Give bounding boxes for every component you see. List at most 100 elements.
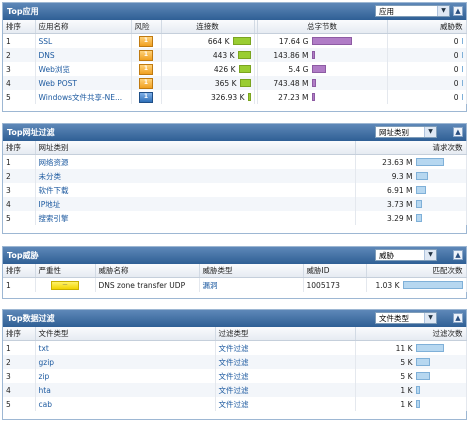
table-row[interactable]: 5 Windows文件共享-NE... 1 326.93 K 27.23 M 0	[3, 90, 467, 104]
url-category-link[interactable]: 未分类	[35, 169, 356, 183]
connections-bar-wrap: 365 K	[165, 79, 251, 88]
filter-type-link[interactable]: 文件过滤	[215, 369, 356, 383]
table-row[interactable]: 2 未分类 9.3 M	[3, 169, 467, 183]
file-type-link[interactable]: zip	[35, 369, 216, 383]
col-threat-name[interactable]: 威胁名称	[95, 264, 200, 278]
risk-cell: 1	[131, 48, 162, 62]
col-app-name[interactable]: 应用名称	[35, 20, 132, 34]
connections-value: 443 K	[212, 50, 235, 60]
filter-type-link[interactable]: 文件过滤	[215, 340, 356, 355]
col-file-type[interactable]: 文件类型	[35, 327, 216, 341]
col-filter-type[interactable]: 过滤类型	[215, 327, 356, 341]
threats-value: 0	[453, 78, 459, 88]
table-row[interactable]: 1 SSL 1 664 K 17.64 G0	[3, 33, 467, 48]
filter-bar-wrap: 11 K	[359, 344, 463, 353]
table-row[interactable]: 3 zip 文件过滤 5 K	[3, 369, 467, 383]
top-url-table: 排序 网址类别 请求次数 1 网络资源 23.63 M 2 未分类 9.3 M 3 软件下载 6…	[3, 141, 467, 225]
col-rank[interactable]: 排序	[3, 20, 36, 34]
threats-wrap: 0	[391, 93, 463, 102]
threats-bar	[461, 38, 463, 44]
table-row[interactable]: 1 txt 文件过滤 11 K	[3, 340, 467, 355]
filter-count-value: 1 K	[400, 385, 413, 395]
rank-cell: 1	[3, 33, 36, 48]
top-url-panel: Top网址过滤 网址类别 ▼ ▲ 排序 网址类别 请求次数 1 网络资源 23.63…	[2, 123, 467, 234]
col-total-bytes[interactable]: 总字节数	[257, 20, 388, 34]
filter-count-value: 5 K	[400, 357, 413, 367]
threats-value: 0	[453, 50, 459, 60]
col-risk[interactable]: 风险	[131, 20, 162, 34]
threats-cell: 0	[387, 48, 467, 62]
file-type-link[interactable]: gzip	[35, 355, 216, 369]
url-category-select[interactable]: 网址类别 ▼	[375, 126, 437, 138]
bytes-bar	[311, 93, 315, 101]
filter-count-value: 5 K	[400, 371, 413, 381]
request-count-cell: 23.63 M	[355, 154, 467, 169]
collapse-button[interactable]: ▲	[453, 6, 463, 16]
bytes-bar-wrap: 27.23 M	[261, 93, 384, 102]
table-row[interactable]: 4 IP地址 3.73 M	[3, 197, 467, 211]
col-rank[interactable]: 排序	[3, 264, 36, 278]
filter-type-link[interactable]: 文件过滤	[215, 383, 356, 397]
col-connections[interactable]: 连接数	[161, 20, 255, 34]
app-name-link[interactable]: Web浏览	[35, 62, 132, 76]
url-category-link[interactable]: 网络资源	[35, 154, 356, 169]
bytes-bar-wrap: 17.64 G	[261, 37, 384, 46]
col-match-count[interactable]: 匹配次数	[366, 264, 467, 278]
filter-count-cell: 11 K	[355, 340, 467, 355]
url-category-select-value: 网址类别	[379, 128, 409, 137]
table-row[interactable]: 4 Web POST 1 365 K 743.48 M 0	[3, 76, 467, 90]
app-select[interactable]: 应用 ▼	[375, 5, 450, 17]
url-category-link[interactable]: 软件下载	[35, 183, 356, 197]
col-url-category[interactable]: 网址类别	[35, 141, 356, 155]
table-row[interactable]: 4 hta 文件过滤 1 K	[3, 383, 467, 397]
collapse-button[interactable]: ▲	[453, 127, 463, 137]
table-row[interactable]: 1 — DNS zone transfer UDP 漏洞 1005173 1.03 K	[3, 277, 467, 292]
table-row[interactable]: 5 cab 文件过滤 1 K	[3, 397, 467, 411]
collapse-button[interactable]: ▲	[453, 250, 463, 260]
url-category-link[interactable]: IP地址	[35, 197, 356, 211]
filter-type-link[interactable]: 文件过滤	[215, 397, 356, 411]
bytes-cell: 743.48 M	[257, 76, 388, 90]
table-row[interactable]: 2 gzip 文件过滤 5 K	[3, 355, 467, 369]
table-row[interactable]: 3 软件下载 6.91 M	[3, 183, 467, 197]
request-bar-wrap: 3.73 M	[359, 200, 463, 209]
file-type-link[interactable]: cab	[35, 397, 216, 411]
col-rank[interactable]: 排序	[3, 141, 36, 155]
app-name-link[interactable]: SSL	[35, 33, 132, 48]
filter-type-link[interactable]: 文件过滤	[215, 355, 356, 369]
threats-bar	[461, 52, 463, 58]
col-request-count[interactable]: 请求次数	[355, 141, 467, 155]
app-name-link[interactable]: Web POST	[35, 76, 132, 90]
table-row[interactable]: 2 DNS 1 443 K 143.86 M 0	[3, 48, 467, 62]
col-threat-type[interactable]: 威胁类型	[199, 264, 304, 278]
collapse-button[interactable]: ▲	[453, 313, 463, 323]
col-threat-id[interactable]: 威胁ID	[303, 264, 367, 278]
top-threats-header: Top威胁 威胁 ▼ ▲	[3, 247, 466, 264]
connections-bar	[232, 37, 251, 45]
connections-bar-wrap: 326.93 K	[165, 93, 251, 102]
rank-cell: 5	[3, 90, 36, 104]
col-severity[interactable]: 严重性	[35, 264, 96, 278]
rank-cell: 3	[3, 369, 36, 383]
col-filter-count[interactable]: 过滤次数	[355, 327, 467, 341]
connections-cell: 443 K	[161, 48, 255, 62]
table-row[interactable]: 5 搜索引擎 3.29 M	[3, 211, 467, 225]
url-category-link[interactable]: 搜索引擎	[35, 211, 356, 225]
table-row[interactable]: 3 Web浏览 1 426 K 5.4 G 0	[3, 62, 467, 76]
match-bar	[402, 281, 463, 289]
col-threats[interactable]: 威胁数	[387, 20, 467, 34]
file-type-link[interactable]: txt	[35, 340, 216, 355]
risk-badge: 1	[139, 91, 153, 103]
app-name-link[interactable]: DNS	[35, 48, 132, 62]
threat-type-link[interactable]: 漏洞	[199, 277, 304, 292]
app-name-link[interactable]: Windows文件共享-NE...	[35, 90, 132, 104]
col-rank[interactable]: 排序	[3, 327, 36, 341]
risk-badge: 1	[139, 35, 153, 47]
threat-select[interactable]: 威胁 ▼	[375, 249, 437, 261]
bytes-cell: 5.4 G	[257, 62, 388, 76]
rank-cell: 4	[3, 76, 36, 90]
table-row[interactable]: 1 网络资源 23.63 M	[3, 154, 467, 169]
file-type-link[interactable]: hta	[35, 383, 216, 397]
file-type-select[interactable]: 文件类型 ▼	[375, 312, 437, 324]
filter-bar-wrap: 5 K	[359, 358, 463, 367]
